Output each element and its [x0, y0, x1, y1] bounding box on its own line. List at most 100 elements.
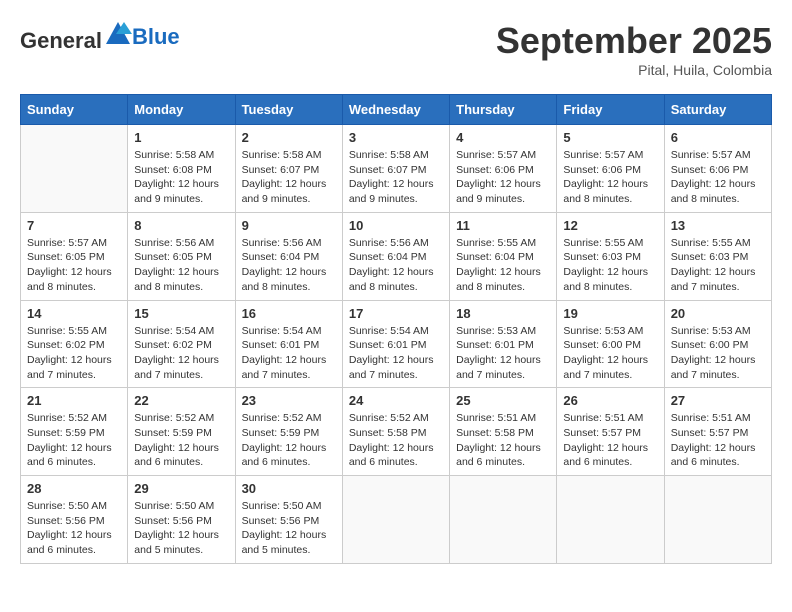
- header-sunday: Sunday: [21, 95, 128, 125]
- day-number: 29: [134, 481, 228, 496]
- calendar-cell: 20 Sunrise: 5:53 AM Sunset: 6:00 PM Dayli…: [664, 300, 771, 388]
- cell-info: Sunrise: 5:54 AM Sunset: 6:01 PM Dayligh…: [349, 324, 443, 383]
- calendar-header-row: SundayMondayTuesdayWednesdayThursdayFrid…: [21, 95, 772, 125]
- cell-info: Sunrise: 5:57 AM Sunset: 6:06 PM Dayligh…: [456, 148, 550, 207]
- calendar-cell: 22 Sunrise: 5:52 AM Sunset: 5:59 PM Dayli…: [128, 388, 235, 476]
- day-number: 23: [242, 393, 336, 408]
- day-number: 18: [456, 306, 550, 321]
- cell-info: Sunrise: 5:50 AM Sunset: 5:56 PM Dayligh…: [134, 499, 228, 558]
- cell-info: Sunrise: 5:52 AM Sunset: 5:59 PM Dayligh…: [134, 411, 228, 470]
- day-number: 8: [134, 218, 228, 233]
- calendar-cell: 2 Sunrise: 5:58 AM Sunset: 6:07 PM Daylig…: [235, 125, 342, 213]
- calendar-table: SundayMondayTuesdayWednesdayThursdayFrid…: [20, 94, 772, 564]
- day-number: 9: [242, 218, 336, 233]
- day-number: 22: [134, 393, 228, 408]
- cell-info: Sunrise: 5:55 AM Sunset: 6:03 PM Dayligh…: [563, 236, 657, 295]
- cell-info: Sunrise: 5:53 AM Sunset: 6:00 PM Dayligh…: [671, 324, 765, 383]
- day-number: 17: [349, 306, 443, 321]
- cell-info: Sunrise: 5:56 AM Sunset: 6:04 PM Dayligh…: [242, 236, 336, 295]
- day-number: 26: [563, 393, 657, 408]
- calendar-cell: 17 Sunrise: 5:54 AM Sunset: 6:01 PM Dayli…: [342, 300, 449, 388]
- calendar-cell: 11 Sunrise: 5:55 AM Sunset: 6:04 PM Dayli…: [450, 212, 557, 300]
- calendar-cell: 28 Sunrise: 5:50 AM Sunset: 5:56 PM Dayli…: [21, 476, 128, 564]
- header-saturday: Saturday: [664, 95, 771, 125]
- cell-info: Sunrise: 5:51 AM Sunset: 5:57 PM Dayligh…: [563, 411, 657, 470]
- calendar-cell: 15 Sunrise: 5:54 AM Sunset: 6:02 PM Dayli…: [128, 300, 235, 388]
- cell-info: Sunrise: 5:52 AM Sunset: 5:59 PM Dayligh…: [242, 411, 336, 470]
- calendar-cell: 21 Sunrise: 5:52 AM Sunset: 5:59 PM Dayli…: [21, 388, 128, 476]
- calendar-cell: 23 Sunrise: 5:52 AM Sunset: 5:59 PM Dayli…: [235, 388, 342, 476]
- cell-info: Sunrise: 5:51 AM Sunset: 5:57 PM Dayligh…: [671, 411, 765, 470]
- cell-info: Sunrise: 5:57 AM Sunset: 6:06 PM Dayligh…: [671, 148, 765, 207]
- cell-info: Sunrise: 5:56 AM Sunset: 6:05 PM Dayligh…: [134, 236, 228, 295]
- calendar-cell: 19 Sunrise: 5:53 AM Sunset: 6:00 PM Dayli…: [557, 300, 664, 388]
- day-number: 24: [349, 393, 443, 408]
- cell-info: Sunrise: 5:52 AM Sunset: 5:58 PM Dayligh…: [349, 411, 443, 470]
- calendar-cell: 10 Sunrise: 5:56 AM Sunset: 6:04 PM Dayli…: [342, 212, 449, 300]
- calendar-cell: [21, 125, 128, 213]
- day-number: 19: [563, 306, 657, 321]
- calendar-cell: 26 Sunrise: 5:51 AM Sunset: 5:57 PM Dayli…: [557, 388, 664, 476]
- calendar-cell: 13 Sunrise: 5:55 AM Sunset: 6:03 PM Dayli…: [664, 212, 771, 300]
- day-number: 6: [671, 130, 765, 145]
- calendar-cell: 9 Sunrise: 5:56 AM Sunset: 6:04 PM Daylig…: [235, 212, 342, 300]
- cell-info: Sunrise: 5:52 AM Sunset: 5:59 PM Dayligh…: [27, 411, 121, 470]
- week-row-1: 7Sunrise: 5:57 AM Sunset: 6:05 PM Daylig…: [21, 212, 772, 300]
- logo: General Blue: [20, 20, 180, 54]
- header-monday: Monday: [128, 95, 235, 125]
- day-number: 12: [563, 218, 657, 233]
- day-number: 2: [242, 130, 336, 145]
- header-tuesday: Tuesday: [235, 95, 342, 125]
- calendar-cell: 12 Sunrise: 5:55 AM Sunset: 6:03 PM Dayli…: [557, 212, 664, 300]
- day-number: 10: [349, 218, 443, 233]
- day-number: 4: [456, 130, 550, 145]
- calendar-cell: 4 Sunrise: 5:57 AM Sunset: 6:06 PM Daylig…: [450, 125, 557, 213]
- day-number: 16: [242, 306, 336, 321]
- day-number: 28: [27, 481, 121, 496]
- day-number: 21: [27, 393, 121, 408]
- week-row-2: 14 Sunrise: 5:55 AM Sunset: 6:02 PM Dayli…: [21, 300, 772, 388]
- calendar-cell: 24 Sunrise: 5:52 AM Sunset: 5:58 PM Dayli…: [342, 388, 449, 476]
- calendar-cell: 30Sunrise: 5:50 AM Sunset: 5:56 PM Dayli…: [235, 476, 342, 564]
- cell-info: Sunrise: 5:55 AM Sunset: 6:03 PM Dayligh…: [671, 236, 765, 295]
- day-number: 30: [242, 481, 336, 496]
- calendar-cell: 27 Sunrise: 5:51 AM Sunset: 5:57 PM Dayli…: [664, 388, 771, 476]
- cell-info: Sunrise: 5:58 AM Sunset: 6:07 PM Dayligh…: [242, 148, 336, 207]
- calendar-cell: 6 Sunrise: 5:57 AM Sunset: 6:06 PM Daylig…: [664, 125, 771, 213]
- title-block: September 2025 Pital, Huila, Colombia: [496, 20, 772, 78]
- calendar-cell: 14 Sunrise: 5:55 AM Sunset: 6:02 PM Dayli…: [21, 300, 128, 388]
- day-number: 1: [134, 130, 228, 145]
- day-number: 5: [563, 130, 657, 145]
- cell-info: Sunrise: 5:58 AM Sunset: 6:07 PM Dayligh…: [349, 148, 443, 207]
- day-number: 25: [456, 393, 550, 408]
- cell-info: Sunrise: 5:57 AM Sunset: 6:05 PM Dayligh…: [27, 236, 121, 295]
- calendar-cell: 16Sunrise: 5:54 AM Sunset: 6:01 PM Dayli…: [235, 300, 342, 388]
- day-number: 20: [671, 306, 765, 321]
- cell-info: Sunrise: 5:55 AM Sunset: 6:02 PM Dayligh…: [27, 324, 121, 383]
- cell-info: Sunrise: 5:58 AM Sunset: 6:08 PM Dayligh…: [134, 148, 228, 207]
- day-number: 3: [349, 130, 443, 145]
- calendar-cell: 5Sunrise: 5:57 AM Sunset: 6:06 PM Daylig…: [557, 125, 664, 213]
- calendar-cell: [342, 476, 449, 564]
- cell-info: Sunrise: 5:56 AM Sunset: 6:04 PM Dayligh…: [349, 236, 443, 295]
- week-row-4: 28 Sunrise: 5:50 AM Sunset: 5:56 PM Dayli…: [21, 476, 772, 564]
- day-number: 13: [671, 218, 765, 233]
- logo-general: General: [20, 28, 102, 53]
- day-number: 11: [456, 218, 550, 233]
- day-number: 15: [134, 306, 228, 321]
- cell-info: Sunrise: 5:54 AM Sunset: 6:02 PM Dayligh…: [134, 324, 228, 383]
- calendar-cell: [664, 476, 771, 564]
- calendar-cell: [450, 476, 557, 564]
- calendar-cell: 1 Sunrise: 5:58 AM Sunset: 6:08 PM Daylig…: [128, 125, 235, 213]
- calendar-cell: 25Sunrise: 5:51 AM Sunset: 5:58 PM Dayli…: [450, 388, 557, 476]
- day-number: 27: [671, 393, 765, 408]
- cell-info: Sunrise: 5:53 AM Sunset: 6:00 PM Dayligh…: [563, 324, 657, 383]
- cell-info: Sunrise: 5:50 AM Sunset: 5:56 PM Dayligh…: [27, 499, 121, 558]
- day-number: 14: [27, 306, 121, 321]
- calendar-cell: 18 Sunrise: 5:53 AM Sunset: 6:01 PM Dayli…: [450, 300, 557, 388]
- week-row-0: 1 Sunrise: 5:58 AM Sunset: 6:08 PM Daylig…: [21, 125, 772, 213]
- cell-info: Sunrise: 5:53 AM Sunset: 6:01 PM Dayligh…: [456, 324, 550, 383]
- logo-icon: [104, 20, 132, 48]
- calendar-cell: 3 Sunrise: 5:58 AM Sunset: 6:07 PM Daylig…: [342, 125, 449, 213]
- cell-info: Sunrise: 5:55 AM Sunset: 6:04 PM Dayligh…: [456, 236, 550, 295]
